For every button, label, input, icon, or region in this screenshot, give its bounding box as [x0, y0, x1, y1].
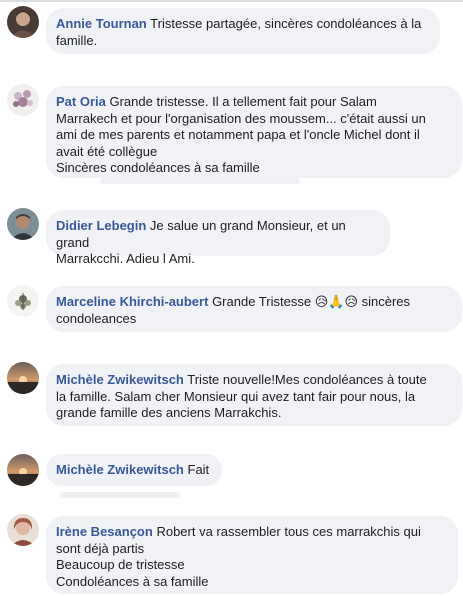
- sad-face-emoji-icon: 😥: [344, 294, 358, 309]
- comment-text: Marrakech et pour l'organisation des mou…: [56, 110, 426, 126]
- avatar[interactable]: [7, 6, 39, 38]
- user-avatar-icon: [7, 6, 39, 38]
- avatar[interactable]: [7, 285, 39, 317]
- comment-text: avait été collègue: [56, 143, 158, 159]
- comment-text: Sincères condoléances à sa famille: [56, 160, 260, 175]
- comment-text: Beaucoup de tristesse: [56, 557, 185, 572]
- comment-bubble: Annie Tournan Tristesse partagée, sincèr…: [46, 8, 440, 54]
- comment-text: Grande tristesse. Il a tellement fait po…: [109, 94, 377, 109]
- faded-text-line: [60, 492, 180, 498]
- comment-author[interactable]: Michèle Zwikewitsch: [56, 462, 184, 477]
- comment-text: famille.: [56, 32, 98, 48]
- comment-text: Fait: [187, 462, 210, 477]
- comment-author[interactable]: Irène Besançon: [56, 524, 153, 539]
- praying-hands-emoji-icon: 🙏: [328, 294, 345, 309]
- comment-author[interactable]: Michèle Zwikewitsch: [56, 372, 184, 387]
- user-avatar-icon: [7, 514, 39, 546]
- sunset-avatar-icon: [7, 454, 39, 486]
- avatar[interactable]: [7, 84, 39, 116]
- avatar[interactable]: [7, 362, 39, 394]
- comment-text: condoleances: [56, 310, 137, 326]
- comment-text: Robert va rassembler tous ces marrakchis…: [156, 524, 421, 539]
- comment-text: la famille. Salam cher Monsieur qui avez…: [56, 388, 416, 404]
- avatar[interactable]: [7, 514, 39, 546]
- comment-text: sont déjà partis: [56, 540, 145, 556]
- comment-author[interactable]: Didier Lebegin: [56, 218, 146, 233]
- avatar[interactable]: [7, 208, 39, 240]
- comment-text: ami de mes parents et notamment papa et …: [56, 127, 420, 142]
- comment-author[interactable]: Marceline Khirchi-aubert: [56, 294, 208, 309]
- user-avatar-icon: [7, 208, 39, 240]
- comment-text: Marrakcchi. Adieu l Ami.: [56, 251, 195, 266]
- comment-text: Triste nouvelle!Mes condoléances à toute: [187, 372, 427, 387]
- top-divider: [0, 0, 463, 2]
- comment-bubble: Irène Besançon Robert va rassembler tous…: [46, 516, 458, 594]
- comment-bubble: Michèle Zwikewitsch Triste nouvelle!Mes …: [46, 364, 462, 426]
- comment-author[interactable]: Annie Tournan: [56, 16, 147, 31]
- user-avatar-icon: [7, 84, 39, 116]
- sad-face-emoji-icon: 😥: [314, 294, 329, 309]
- avatar[interactable]: [7, 454, 39, 486]
- sunset-avatar-icon: [7, 362, 39, 394]
- faded-text-line: [100, 178, 300, 184]
- comment-text: sincères: [361, 294, 411, 309]
- comment-bubble: Didier Lebegin Je salue un grand Monsieu…: [46, 210, 390, 266]
- comment-bubble: Marceline Khirchi-aubert Grande Tristess…: [46, 286, 462, 332]
- comment-text: grande famille des anciens Marrakchis.: [56, 405, 282, 420]
- comment-bubble: Pat Oria Grande tristesse. Il a tellemen…: [46, 86, 462, 178]
- comment-text: Condoléances à sa famille: [56, 573, 209, 589]
- comment-text: Tristesse partagée, sincères condoléance…: [150, 16, 422, 31]
- comment-text: Grande Tristesse: [212, 294, 312, 309]
- comment-bubble: Michèle Zwikewitsch Fait: [46, 454, 222, 486]
- comment-author[interactable]: Pat Oria: [56, 94, 106, 109]
- user-avatar-icon: [7, 285, 39, 317]
